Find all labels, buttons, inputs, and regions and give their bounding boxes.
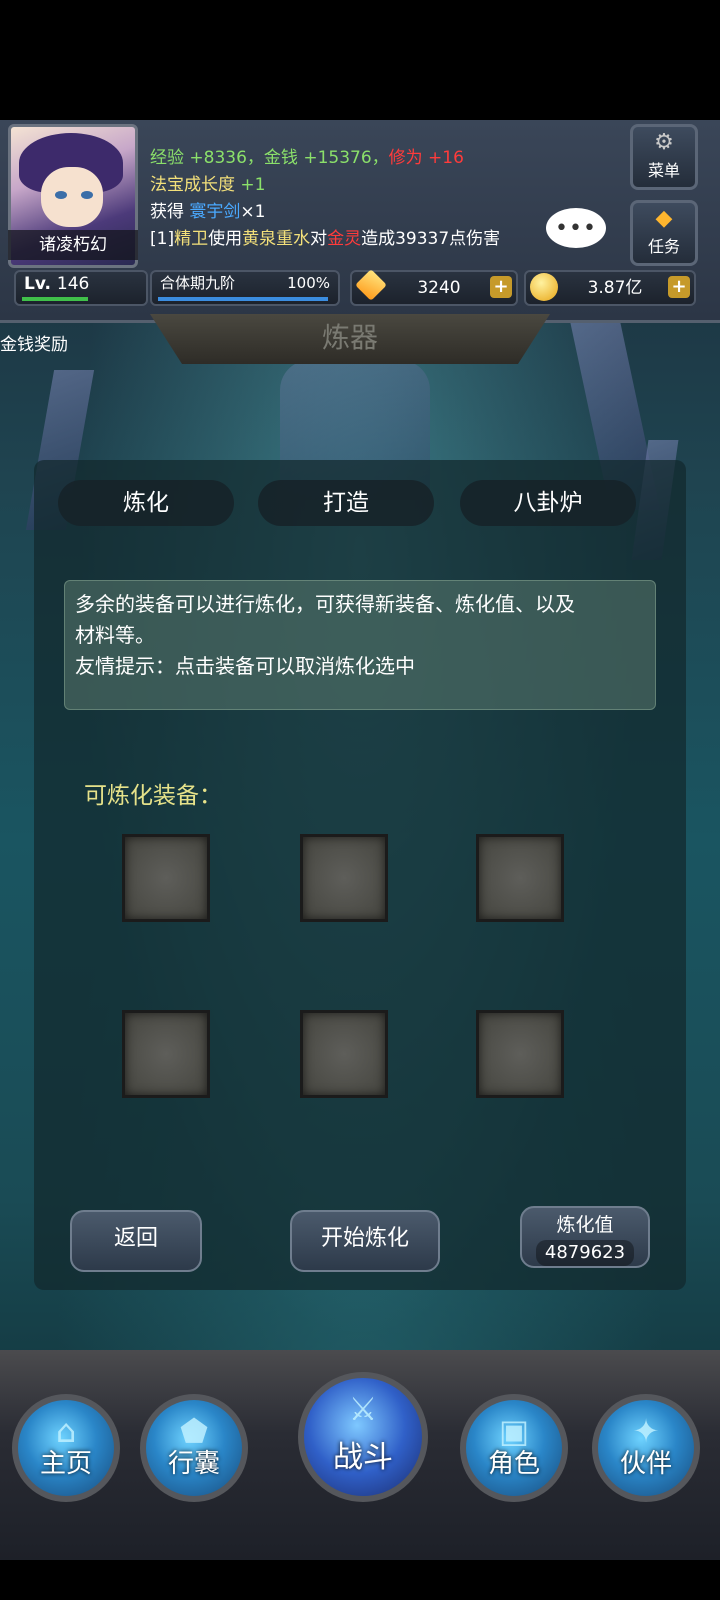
gem-currency: 3240 + bbox=[350, 269, 518, 306]
log-gold-value: +15376 bbox=[303, 148, 372, 168]
nav-battle-button[interactable]: ⚔ 战斗 bbox=[298, 1372, 428, 1502]
level-display: Lv. 146 bbox=[14, 270, 148, 306]
tab-bagua-furnace[interactable]: 八卦炉 bbox=[460, 480, 636, 526]
info-line: 材料等。 bbox=[75, 623, 155, 647]
chat-bubble-button[interactable]: ••• bbox=[546, 208, 606, 248]
gem-amount: 3240 bbox=[417, 278, 461, 298]
equipment-slot[interactable] bbox=[476, 834, 564, 922]
nav-partner-button[interactable]: ✦ 伙伴 bbox=[592, 1394, 700, 1502]
log-to: 对 bbox=[310, 229, 328, 249]
diamond-icon: ◆ bbox=[655, 206, 673, 231]
coin-icon bbox=[530, 273, 558, 301]
log-separator: ， bbox=[371, 148, 389, 168]
menu-label: 菜单 bbox=[647, 161, 680, 180]
log-line-rewards: 经验 +8336，金钱 +15376，修为 +16 bbox=[150, 145, 620, 172]
menu-button[interactable]: ⚙ 菜单 bbox=[630, 124, 698, 190]
nav-home-label: 主页 bbox=[39, 1449, 92, 1479]
refine-value-display: 炼化值 4879623 bbox=[520, 1206, 650, 1268]
log-item-name: 寰宇剑 bbox=[189, 202, 241, 222]
back-button[interactable]: 返回 bbox=[70, 1210, 202, 1272]
gear-icon: ⚙ bbox=[654, 130, 674, 155]
log-line-treasure: 法宝成长度 +1 bbox=[150, 172, 620, 199]
realm-progress-bar bbox=[158, 297, 328, 301]
log-target: 金灵 bbox=[327, 229, 362, 249]
task-label: 任务 bbox=[647, 237, 680, 256]
gold-amount: 3.87亿 bbox=[587, 278, 643, 298]
level-prefix: Lv. bbox=[24, 274, 51, 294]
add-gold-button[interactable]: + bbox=[668, 276, 690, 298]
info-tip: 友情提示：点击装备可以取消炼化选中 bbox=[75, 654, 415, 678]
equipment-slot[interactable] bbox=[122, 834, 210, 922]
nav-bag-button[interactable]: ⬟ 行囊 bbox=[140, 1394, 248, 1502]
log-attacker: 精卫 bbox=[174, 229, 209, 249]
level-value: 146 bbox=[56, 274, 90, 294]
task-button[interactable]: ◆ 任务 bbox=[630, 200, 698, 266]
gold-reward-link[interactable]: 金钱奖励 bbox=[0, 330, 68, 355]
info-box: 多余的装备可以进行炼化，可获得新装备、炼化值、以及 材料等。 友情提示：点击装备… bbox=[64, 580, 656, 710]
log-cultivation: 修为 +16 bbox=[388, 148, 464, 168]
nav-partner-label: 伙伴 bbox=[619, 1449, 672, 1479]
start-refine-button[interactable]: 开始炼化 bbox=[290, 1210, 440, 1272]
nav-bag-label: 行囊 bbox=[167, 1449, 220, 1479]
log-exp-label: 经验 bbox=[150, 148, 190, 168]
tab-refine[interactable]: 炼化 bbox=[58, 480, 234, 526]
nav-role-button[interactable]: ▣ 角色 bbox=[460, 1394, 568, 1502]
log-exp-value: +8336 bbox=[189, 148, 247, 168]
log-gold-label: ，金钱 bbox=[246, 148, 304, 168]
equipment-slot[interactable] bbox=[300, 1010, 388, 1098]
nav-battle-label: 战斗 bbox=[333, 1440, 393, 1475]
log-channel: [1] bbox=[150, 229, 175, 249]
refine-value-amount: 4879623 bbox=[536, 1240, 634, 1266]
log-treasure-value: +1 bbox=[235, 175, 266, 195]
player-name: 诸凌朽幻 bbox=[8, 230, 138, 260]
realm-display: 合体期九阶 100% bbox=[150, 270, 340, 306]
nav-home-button[interactable]: ⌂ 主页 bbox=[12, 1394, 120, 1502]
equipment-slot[interactable] bbox=[476, 1010, 564, 1098]
nav-role-label: 角色 bbox=[487, 1449, 540, 1479]
gold-currency: 3.87亿 + bbox=[524, 270, 696, 306]
refine-value-label: 炼化值 bbox=[556, 1214, 614, 1236]
equipment-slot[interactable] bbox=[300, 834, 388, 922]
level-progress-bar bbox=[22, 297, 88, 301]
log-damage: 造成39337点伤害 bbox=[361, 229, 501, 249]
equipment-slot[interactable] bbox=[122, 1010, 210, 1098]
gem-icon bbox=[355, 269, 387, 301]
battle-icon: ⚔ bbox=[348, 1390, 378, 1428]
tab-forge[interactable]: 打造 bbox=[258, 480, 434, 526]
log-obtain-label: 获得 bbox=[150, 202, 190, 222]
log-use: 使用 bbox=[208, 229, 243, 249]
add-gems-button[interactable]: + bbox=[490, 276, 512, 298]
log-item-count: ×1 bbox=[240, 202, 266, 222]
refinable-equipment-label: 可炼化装备： bbox=[84, 783, 222, 809]
realm-name: 合体期九阶 bbox=[160, 274, 236, 292]
log-skill: 黄泉重水 bbox=[242, 229, 311, 249]
page-title: 炼器 bbox=[150, 314, 550, 364]
log-treasure-label: 法宝成长度 bbox=[150, 175, 235, 195]
info-line: 多余的装备可以进行炼化，可获得新装备、炼化值、以及 bbox=[75, 592, 575, 616]
realm-percent: 100% bbox=[287, 274, 330, 292]
